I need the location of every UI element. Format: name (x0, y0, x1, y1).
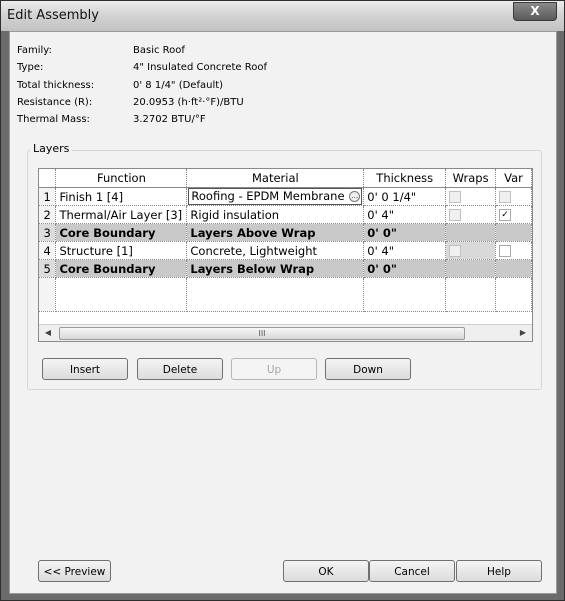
thickness-cell[interactable]: 0' 4" (363, 205, 447, 224)
material-cell[interactable]: Layers Below Wrap (186, 259, 365, 278)
layers-table: Function Material Thickness Wraps Var 1 … (39, 169, 532, 312)
variable-checkbox[interactable] (499, 245, 512, 257)
dialog-body: Family: Basic Roof Type: 4" Insulated Co… (9, 31, 557, 594)
empty-row (39, 277, 532, 312)
thickness-cell[interactable]: 0' 4" (363, 241, 447, 260)
table-row[interactable]: 4 Structure [1] Concrete, Lightweight 0'… (39, 241, 532, 260)
arrow-right-icon[interactable]: ▶ (517, 327, 529, 339)
down-button[interactable]: Down (325, 358, 411, 380)
empty-cell (55, 277, 188, 312)
preview-button[interactable]: << Preview (38, 560, 111, 582)
wraps-checkbox[interactable] (449, 191, 462, 203)
dialog-title: Edit Assembly (7, 8, 99, 23)
variable-cell (495, 223, 532, 242)
row-number-header (39, 169, 57, 188)
title-bar[interactable]: Edit Assembly X (1, 1, 564, 31)
empty-cell (495, 277, 532, 312)
function-cell[interactable]: Core Boundary (55, 223, 188, 242)
column-header-variable[interactable]: Var (495, 169, 532, 188)
edit-assembly-dialog: Edit Assembly X Family: Basic Roof Type:… (0, 0, 565, 601)
wraps-cell (445, 259, 497, 278)
browse-ellipsis-icon[interactable]: … (349, 191, 361, 202)
variable-checkbox[interactable] (499, 191, 512, 203)
variable-cell (495, 241, 532, 260)
material-edit-field[interactable]: Roofing - EPDM Membrane … (188, 188, 363, 205)
ok-button[interactable]: OK (283, 560, 369, 582)
property-label: Thermal Mass: (17, 114, 90, 126)
up-button[interactable]: Up (231, 358, 317, 380)
empty-cell (186, 277, 365, 312)
layers-legend: Layers (30, 142, 73, 155)
column-header-wraps[interactable]: Wraps (445, 169, 497, 188)
property-value: Basic Roof (133, 45, 185, 56)
layers-grid[interactable]: Function Material Thickness Wraps Var 1 … (38, 168, 533, 342)
function-cell[interactable]: Finish 1 [4] (55, 187, 188, 206)
material-cell[interactable]: Rigid insulation (186, 205, 365, 224)
function-cell[interactable]: Structure [1] (55, 241, 188, 260)
insert-button[interactable]: Insert (42, 358, 128, 380)
property-value: 4" Insulated Concrete Roof (133, 62, 267, 74)
thickness-cell[interactable]: 0' 0 1/4" (363, 187, 447, 206)
material-value: Roofing - EPDM Membrane (191, 189, 345, 203)
help-button[interactable]: Help (456, 560, 542, 582)
arrow-left-icon[interactable]: ◀ (42, 327, 54, 339)
function-cell[interactable]: Thermal/Air Layer [3] (55, 205, 188, 224)
property-label: Family: (17, 45, 52, 56)
horizontal-scrollbar[interactable]: ◀ III ▶ (39, 324, 532, 341)
variable-checkbox[interactable]: ✓ (499, 209, 512, 221)
wraps-checkbox[interactable] (449, 245, 462, 257)
cancel-button[interactable]: Cancel (369, 560, 455, 582)
table-row[interactable]: 3 Core Boundary Layers Above Wrap 0' 0" (39, 223, 532, 242)
wraps-checkbox[interactable] (449, 209, 462, 221)
property-label: Total thickness: (17, 79, 95, 91)
table-row[interactable]: 1 Finish 1 [4] Roofing - EPDM Membrane …… (39, 187, 532, 206)
wraps-cell (445, 187, 497, 206)
property-label: Type: (17, 62, 44, 74)
row-number[interactable]: 5 (39, 259, 57, 278)
row-number[interactable]: 3 (39, 223, 57, 242)
column-header-function[interactable]: Function (55, 169, 188, 188)
material-cell[interactable]: Concrete, Lightweight (186, 241, 365, 260)
variable-cell: ✓ (495, 205, 532, 224)
wraps-cell (445, 223, 497, 242)
table-header-row: Function Material Thickness Wraps Var (39, 169, 532, 188)
empty-cell (363, 277, 447, 312)
delete-button[interactable]: Delete (137, 358, 223, 380)
variable-cell (495, 187, 532, 206)
property-label: Resistance (R): (17, 96, 93, 108)
property-value: 20.0953 (h·ft²·°F)/BTU (133, 96, 244, 108)
row-number[interactable]: 4 (39, 241, 57, 260)
column-header-thickness[interactable]: Thickness (363, 169, 447, 188)
table-row[interactable]: 2 Thermal/Air Layer [3] Rigid insulation… (39, 205, 532, 224)
table-row[interactable]: 5 Core Boundary Layers Below Wrap 0' 0" (39, 259, 532, 278)
scroll-grip: III (258, 329, 266, 338)
row-number[interactable]: 1 (39, 187, 57, 206)
property-value: 0' 8 1/4" (Default) (133, 79, 224, 91)
wraps-cell (445, 205, 497, 224)
column-header-material[interactable]: Material (186, 169, 365, 188)
variable-cell (495, 259, 532, 278)
scrollbar-thumb[interactable]: III (59, 327, 465, 340)
empty-cell (445, 277, 497, 312)
function-cell[interactable]: Core Boundary (55, 259, 188, 278)
close-button[interactable]: X (513, 2, 557, 21)
row-number[interactable]: 2 (39, 205, 57, 224)
thickness-cell[interactable]: 0' 0" (363, 223, 447, 242)
material-cell[interactable]: Roofing - EPDM Membrane … (186, 187, 365, 206)
property-value: 3.2702 BTU/°F (133, 114, 206, 126)
material-cell[interactable]: Layers Above Wrap (186, 223, 365, 242)
wraps-cell (445, 241, 497, 260)
checkmark-icon: ✓ (501, 210, 509, 220)
empty-cell (39, 277, 57, 312)
thickness-cell[interactable]: 0' 0" (363, 259, 447, 278)
